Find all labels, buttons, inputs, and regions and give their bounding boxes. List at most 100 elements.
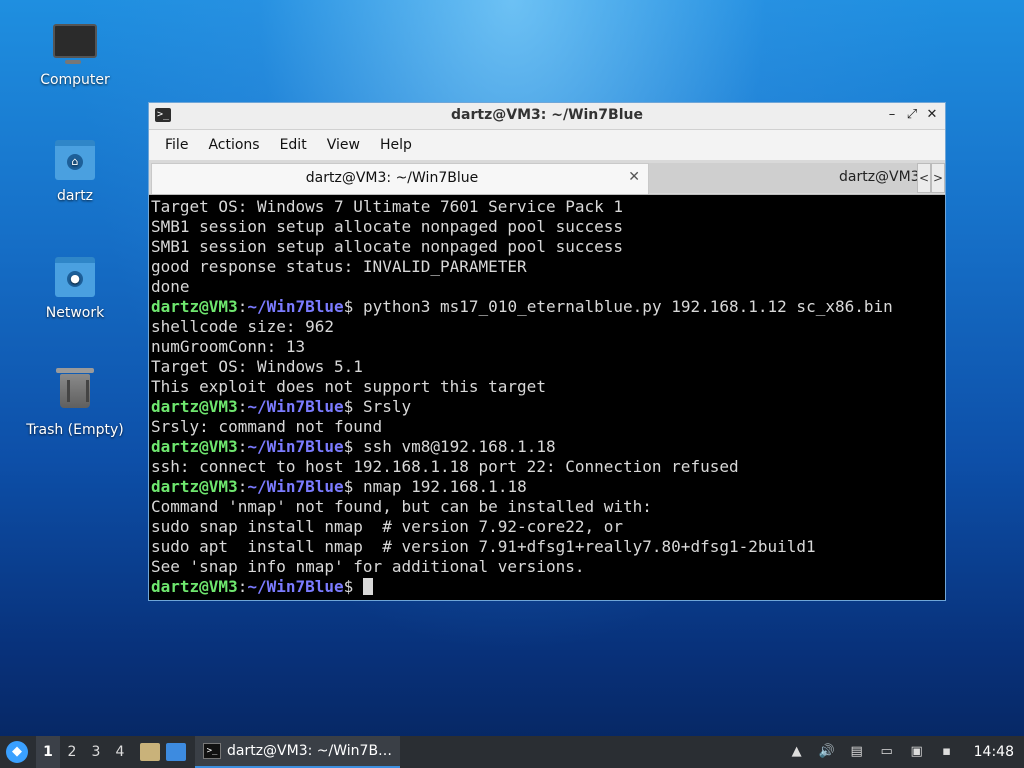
terminal-line: SMB1 session setup allocate nonpaged poo… xyxy=(151,217,945,237)
workspace-3-button[interactable]: 3 xyxy=(84,736,108,768)
terminal-line: dartz@VM3:~/Win7Blue$ ssh vm8@192.168.1.… xyxy=(151,437,945,457)
computer-icon xyxy=(53,24,97,64)
clock[interactable]: 14:48 xyxy=(974,744,1014,760)
terminal-line: dartz@VM3:~/Win7Blue$ nmap 192.168.1.18 xyxy=(151,477,945,497)
output-text: sudo apt install nmap # version 7.91+dfs… xyxy=(151,537,816,556)
terminal-line: dartz@VM3:~/Win7Blue$ python3 ms17_010_e… xyxy=(151,297,945,317)
output-text: SMB1 session setup allocate nonpaged poo… xyxy=(151,237,624,256)
desktop-icon-label: Trash (Empty) xyxy=(26,422,124,438)
tab-scroll-left-button[interactable]: < xyxy=(917,163,931,193)
prompt-user: dartz@VM3 xyxy=(151,437,238,456)
show-desktop-icon[interactable] xyxy=(166,743,186,761)
prompt-separator: : xyxy=(237,577,248,596)
taskbar: ◆ 1 2 3 4 >_ dartz@VM3: ~/Win7B… ▲ 🔊 ▤ ▭… xyxy=(0,736,1024,768)
terminal-line: dartz@VM3:~/Win7Blue$ xyxy=(151,577,945,597)
window-titlebar[interactable]: >_ dartz@VM3: ~/Win7Blue – ⤢ ✕ xyxy=(149,103,945,130)
workspace-1-button[interactable]: 1 xyxy=(36,736,60,768)
prompt-symbol: $ xyxy=(343,477,354,496)
prompt-user: dartz@VM3 xyxy=(151,297,238,316)
command-text: Srsly xyxy=(362,397,412,416)
terminal-line: See 'snap info nmap' for additional vers… xyxy=(151,557,945,577)
tab-scroll-right-button[interactable]: > xyxy=(931,163,945,193)
close-button[interactable]: ✕ xyxy=(923,106,941,124)
tab-bar: dartz@VM3: ~/Win7Blue ✕ dartz@VM3: ~/Win… xyxy=(149,160,945,195)
updates-icon[interactable]: ▪ xyxy=(938,743,956,761)
terminal-line: dartz@VM3:~/Win7Blue$ Srsly xyxy=(151,397,945,417)
file-manager-launcher-icon[interactable] xyxy=(140,743,160,761)
desktop-icon-label: dartz xyxy=(56,188,94,204)
tab-active[interactable]: dartz@VM3: ~/Win7Blue ✕ xyxy=(151,163,649,194)
workspace-4-button[interactable]: 4 xyxy=(108,736,132,768)
output-text: good response status: INVALID_PARAMETER xyxy=(151,257,527,276)
prompt-user: dartz@VM3 xyxy=(151,577,238,596)
prompt-separator: : xyxy=(237,297,248,316)
prompt-path: ~/Win7Blue xyxy=(247,437,344,456)
desktop-icon-label: Network xyxy=(45,305,105,321)
terminal-window: >_ dartz@VM3: ~/Win7Blue – ⤢ ✕ File Acti… xyxy=(148,102,946,601)
desktop-icon-network[interactable]: ● Network xyxy=(20,257,130,321)
clipboard-icon[interactable]: ▤ xyxy=(848,743,866,761)
tab-label: dartz@VM3: ~/Win7Blue xyxy=(305,170,479,186)
desktop-icon-home[interactable]: ⌂ dartz xyxy=(20,140,130,204)
menu-view[interactable]: View xyxy=(317,137,370,153)
menu-edit[interactable]: Edit xyxy=(270,137,317,153)
prompt-user: dartz@VM3 xyxy=(151,477,238,496)
terminal-line: Target OS: Windows 7 Ultimate 7601 Servi… xyxy=(151,197,945,217)
taskbar-task-terminal[interactable]: >_ dartz@VM3: ~/Win7B… xyxy=(195,736,401,768)
prompt-symbol: $ xyxy=(343,577,354,596)
desktop-icon-trash[interactable]: Trash (Empty) xyxy=(20,368,130,438)
menu-actions[interactable]: Actions xyxy=(198,137,269,153)
terminal-cursor xyxy=(362,578,373,595)
menu-file[interactable]: File xyxy=(155,137,198,153)
terminal-line: sudo apt install nmap # version 7.91+dfs… xyxy=(151,537,945,557)
command-text: ssh vm8@192.168.1.18 xyxy=(362,437,556,456)
tab-inactive[interactable]: dartz@VM3: ~/Win7Blue xyxy=(649,163,917,193)
output-text: sudo snap install nmap # version 7.92-co… xyxy=(151,517,624,536)
menu-bar: File Actions Edit View Help xyxy=(149,130,945,160)
desktop-icon-computer[interactable]: Computer xyxy=(20,24,130,88)
prompt-separator: : xyxy=(237,477,248,496)
notification-icon[interactable]: ▲ xyxy=(788,743,806,761)
terminal-output[interactable]: Target OS: Windows 7 Ultimate 7601 Servi… xyxy=(149,195,945,600)
prompt-symbol: $ xyxy=(343,397,354,416)
start-menu-button[interactable]: ◆ xyxy=(6,741,28,763)
output-text: Srsly: command not found xyxy=(151,417,383,436)
menu-help[interactable]: Help xyxy=(370,137,422,153)
prompt-symbol: $ xyxy=(343,437,354,456)
workspace-2-button[interactable]: 2 xyxy=(60,736,84,768)
prompt-separator: : xyxy=(237,437,248,456)
trash-icon xyxy=(53,368,97,414)
output-text: SMB1 session setup allocate nonpaged poo… xyxy=(151,217,624,236)
output-text: See 'snap info nmap' for additional vers… xyxy=(151,557,585,576)
terminal-line: good response status: INVALID_PARAMETER xyxy=(151,257,945,277)
terminal-line: shellcode size: 962 xyxy=(151,317,945,337)
prompt-separator: : xyxy=(237,397,248,416)
output-text: Target OS: Windows 7 Ultimate 7601 Servi… xyxy=(151,197,624,216)
system-tray: ▲ 🔊 ▤ ▭ ▣ ▪ 14:48 xyxy=(782,736,1024,768)
prompt-path: ~/Win7Blue xyxy=(247,397,344,416)
prompt-path: ~/Win7Blue xyxy=(247,297,344,316)
terminal-line: Command 'nmap' not found, but can be ins… xyxy=(151,497,945,517)
battery-icon[interactable]: ▭ xyxy=(878,743,896,761)
minimize-button[interactable]: – xyxy=(883,106,901,124)
terminal-line: Srsly: command not found xyxy=(151,417,945,437)
terminal-line: done xyxy=(151,277,945,297)
output-text: This exploit does not support this targe… xyxy=(151,377,546,396)
output-text: done xyxy=(151,277,190,296)
maximize-button[interactable]: ⤢ xyxy=(903,106,921,124)
tab-close-icon[interactable]: ✕ xyxy=(628,169,640,185)
network-status-icon[interactable]: ▣ xyxy=(908,743,926,761)
output-text: Target OS: Windows 5.1 xyxy=(151,357,363,376)
output-text: shellcode size: 962 xyxy=(151,317,335,336)
home-folder-icon: ⌂ xyxy=(53,140,97,180)
terminal-line: Target OS: Windows 5.1 xyxy=(151,357,945,377)
output-text: numGroomConn: 13 xyxy=(151,337,306,356)
command-text: nmap 192.168.1.18 xyxy=(362,477,527,496)
prompt-path: ~/Win7Blue xyxy=(247,477,344,496)
window-title: dartz@VM3: ~/Win7Blue xyxy=(451,107,643,123)
terminal-line: numGroomConn: 13 xyxy=(151,337,945,357)
volume-icon[interactable]: 🔊 xyxy=(818,743,836,761)
terminal-line: This exploit does not support this targe… xyxy=(151,377,945,397)
prompt-user: dartz@VM3 xyxy=(151,397,238,416)
output-text: Command 'nmap' not found, but can be ins… xyxy=(151,497,652,516)
